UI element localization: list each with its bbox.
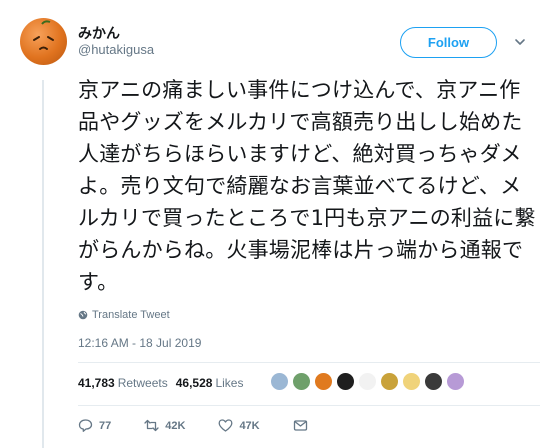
likes-label: Likes [215, 376, 244, 390]
liker-avatar[interactable] [270, 372, 289, 391]
translate-tweet-link[interactable]: Translate Tweet [78, 309, 170, 321]
liker-avatar[interactable] [446, 372, 465, 391]
reply-button[interactable]: 77 [78, 418, 111, 433]
globe-icon [78, 310, 88, 320]
chevron-down-icon[interactable] [514, 36, 526, 48]
retweet-count: 42K [165, 419, 186, 432]
liker-avatar[interactable] [314, 372, 333, 391]
orange-face-icon [33, 20, 54, 50]
liker-avatar[interactable] [292, 372, 311, 391]
thread-line [42, 80, 44, 448]
liker-avatar[interactable] [380, 372, 399, 391]
translate-label: Translate Tweet [92, 309, 170, 321]
liker-avatar[interactable] [336, 372, 355, 391]
liker-avatar[interactable] [358, 372, 377, 391]
liker-avatar[interactable] [402, 372, 421, 391]
liker-avatars [270, 372, 465, 391]
likes-count: 46,528 [175, 376, 213, 390]
tweet-stats: 41,783 Retweets 46,528 Likes [78, 376, 251, 390]
tweet-text: 京アニの痛ましい事件につけ込んで、京アニ作品やグッズをメルカリで高額売り出しし始… [78, 78, 536, 294]
reply-count: 77 [99, 419, 112, 432]
retweet-button[interactable]: 42K [144, 418, 185, 433]
avatar[interactable] [20, 18, 67, 65]
retweets-count: 41,783 [78, 376, 115, 390]
tweet-timestamp[interactable]: 12:16 AM - 18 Jul 2019 [78, 336, 201, 350]
like-button[interactable]: 47K [218, 418, 260, 433]
likes-stat[interactable]: 46,528 Likes [176, 376, 244, 390]
display-name[interactable]: みかん [78, 23, 120, 43]
divider [78, 405, 540, 406]
direct-message-button[interactable] [293, 418, 308, 433]
like-count: 47K [239, 419, 260, 432]
retweets-stat[interactable]: 41,783 Retweets [78, 376, 168, 390]
follow-button[interactable]: Follow [400, 27, 497, 58]
tweet-actions: 77 42K 47K [78, 418, 341, 433]
liker-avatar[interactable] [424, 372, 443, 391]
retweets-label: Retweets [117, 376, 168, 390]
retweet-icon [144, 419, 159, 432]
heart-icon [218, 419, 233, 432]
reply-icon [78, 419, 93, 432]
envelope-icon [293, 420, 307, 431]
user-handle[interactable]: @hutakigusa [78, 42, 154, 57]
divider [78, 362, 540, 363]
